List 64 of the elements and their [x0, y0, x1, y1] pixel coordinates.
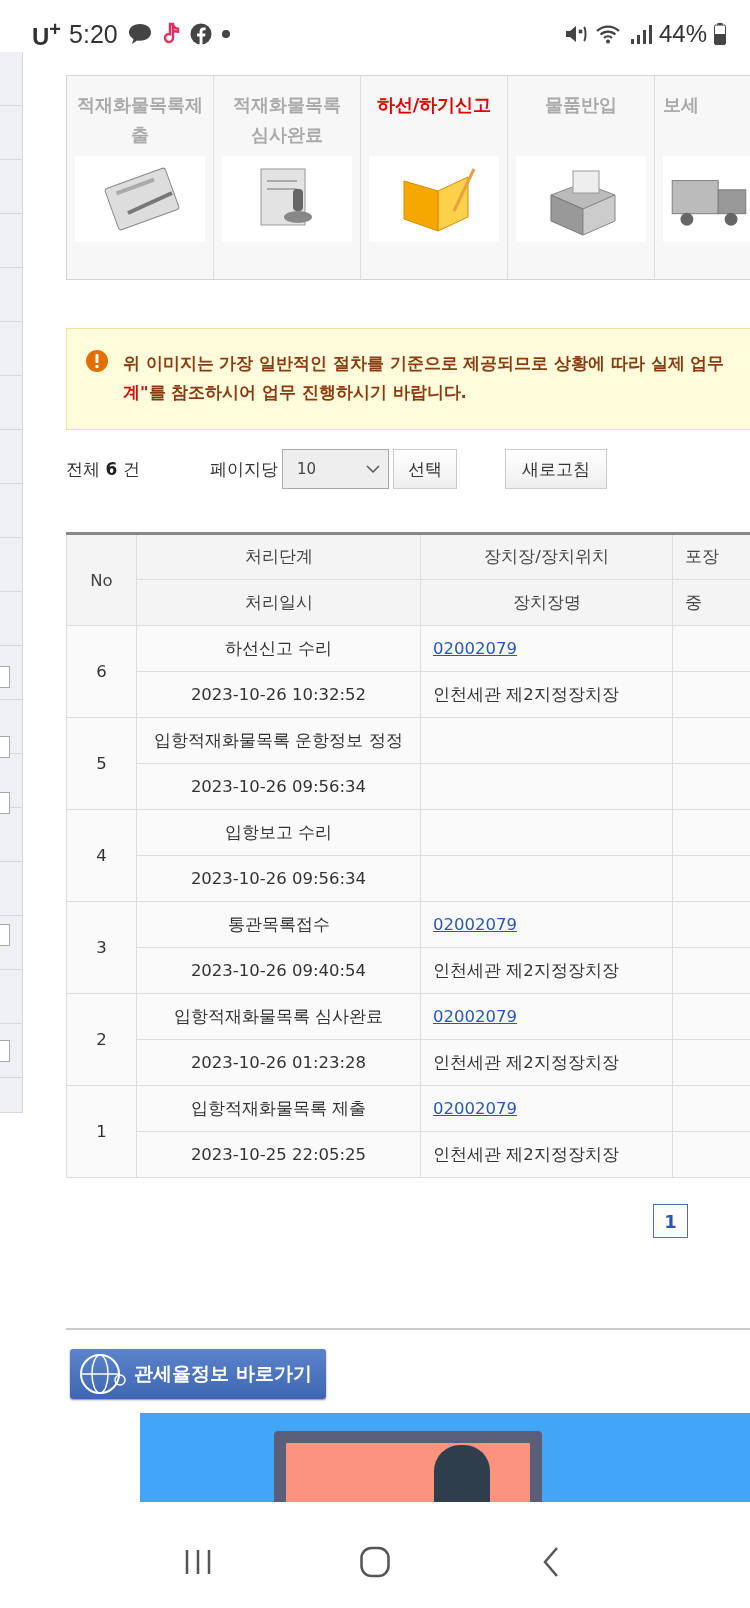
table-cell: 1	[66, 1085, 137, 1178]
page-button[interactable]: 1	[653, 1204, 688, 1238]
stamp-document-icon	[260, 168, 312, 226]
table-cell: 인천세관 제2지정장치장	[420, 671, 673, 718]
table-cell: 4	[66, 809, 137, 902]
carrier-name: U$^{+}$	[32, 17, 62, 51]
folder-icon	[403, 168, 476, 232]
refresh-button[interactable]: 새로고침	[505, 449, 607, 489]
notice-text: 위 이미지는 가장 일반적인 절차를 기준으로 제공되므로 상황에 따라 실제 업무 계"를 참조하시어 업무 진행하시기 바랍니다.	[123, 353, 725, 404]
total-count: 전체 6 건	[66, 457, 141, 481]
home-icon	[360, 1545, 390, 1578]
table-cell: 2	[66, 993, 137, 1086]
toggle-icon[interactable]	[0, 666, 10, 688]
box-icon	[550, 170, 616, 236]
facebook-icon	[189, 23, 212, 45]
table-cell: 6	[66, 625, 137, 718]
chat-bubble-icon	[127, 23, 152, 45]
table-cell: 인천세관 제2지정장치장	[420, 1039, 673, 1086]
table-cell: 입항적재화물목록 심사완료	[136, 993, 421, 1040]
page-size-label: 페이지당	[210, 457, 278, 481]
table-cell: 입항적재화물목록 운항정보 정정	[136, 717, 421, 764]
table-cell: 2023-10-26 01:23:28	[136, 1039, 421, 1086]
table-cell: 입항적재화물목록 제출	[136, 1085, 421, 1132]
column-header: 중	[672, 579, 750, 626]
column-header: No	[66, 533, 137, 626]
toggle-icon[interactable]	[0, 1040, 10, 1062]
table-cell: 통관목록접수	[136, 901, 421, 948]
battery-percent: 44%	[658, 20, 707, 48]
table-cell: 2023-10-26 09:56:34	[136, 763, 421, 810]
chevron-down-icon	[366, 464, 380, 474]
table-cell: 2023-10-26 10:32:52	[136, 671, 421, 718]
table-cell: 5	[66, 717, 137, 810]
table-cell: 2023-10-25 22:05:25	[136, 1131, 421, 1178]
table-cell: 2023-10-26 09:56:34	[136, 855, 421, 902]
table-cell: 3	[66, 901, 137, 994]
clock-time: 5:20	[69, 19, 118, 49]
select-button[interactable]: 선택	[393, 449, 457, 489]
table-cell: 인천세관 제2지정장치장	[420, 1131, 673, 1178]
column-header: 처리단계	[136, 533, 421, 580]
column-header: 포장	[672, 533, 750, 580]
column-header: 장치장/장치위치	[420, 533, 673, 580]
warning-icon	[85, 349, 109, 373]
column-header: 장치장명	[420, 579, 673, 626]
table-cell: 인천세관 제2지정장치장	[420, 947, 673, 994]
location-code-link[interactable]: 02002079	[433, 1007, 517, 1026]
battery-icon	[714, 23, 726, 45]
location-code-link[interactable]: 02002079	[433, 1099, 517, 1118]
location-code-link[interactable]: 02002079	[433, 915, 517, 934]
table-cell: 입항보고 수리	[136, 809, 421, 856]
tariff-info-button[interactable]: 관세율정보 바로가기	[70, 1349, 326, 1399]
table-cell: 하선신고 수리	[136, 625, 421, 672]
home-button[interactable]	[360, 1545, 390, 1578]
toggle-icon[interactable]	[0, 792, 10, 814]
signal-icon	[629, 23, 652, 45]
toggle-icon[interactable]	[0, 736, 10, 758]
table-cell: 2023-10-26 09:40:54	[136, 947, 421, 994]
column-header: 처리일시	[136, 579, 421, 626]
mute-icon	[563, 23, 588, 45]
page-size-dropdown[interactable]: 10	[282, 449, 389, 489]
globe-currency-icon	[78, 1352, 126, 1396]
process-step[interactable]: 하선/하기신고	[361, 76, 508, 279]
dot-icon	[219, 28, 232, 40]
location-code-link[interactable]: 02002079	[433, 639, 517, 658]
toggle-icon[interactable]	[0, 924, 10, 946]
